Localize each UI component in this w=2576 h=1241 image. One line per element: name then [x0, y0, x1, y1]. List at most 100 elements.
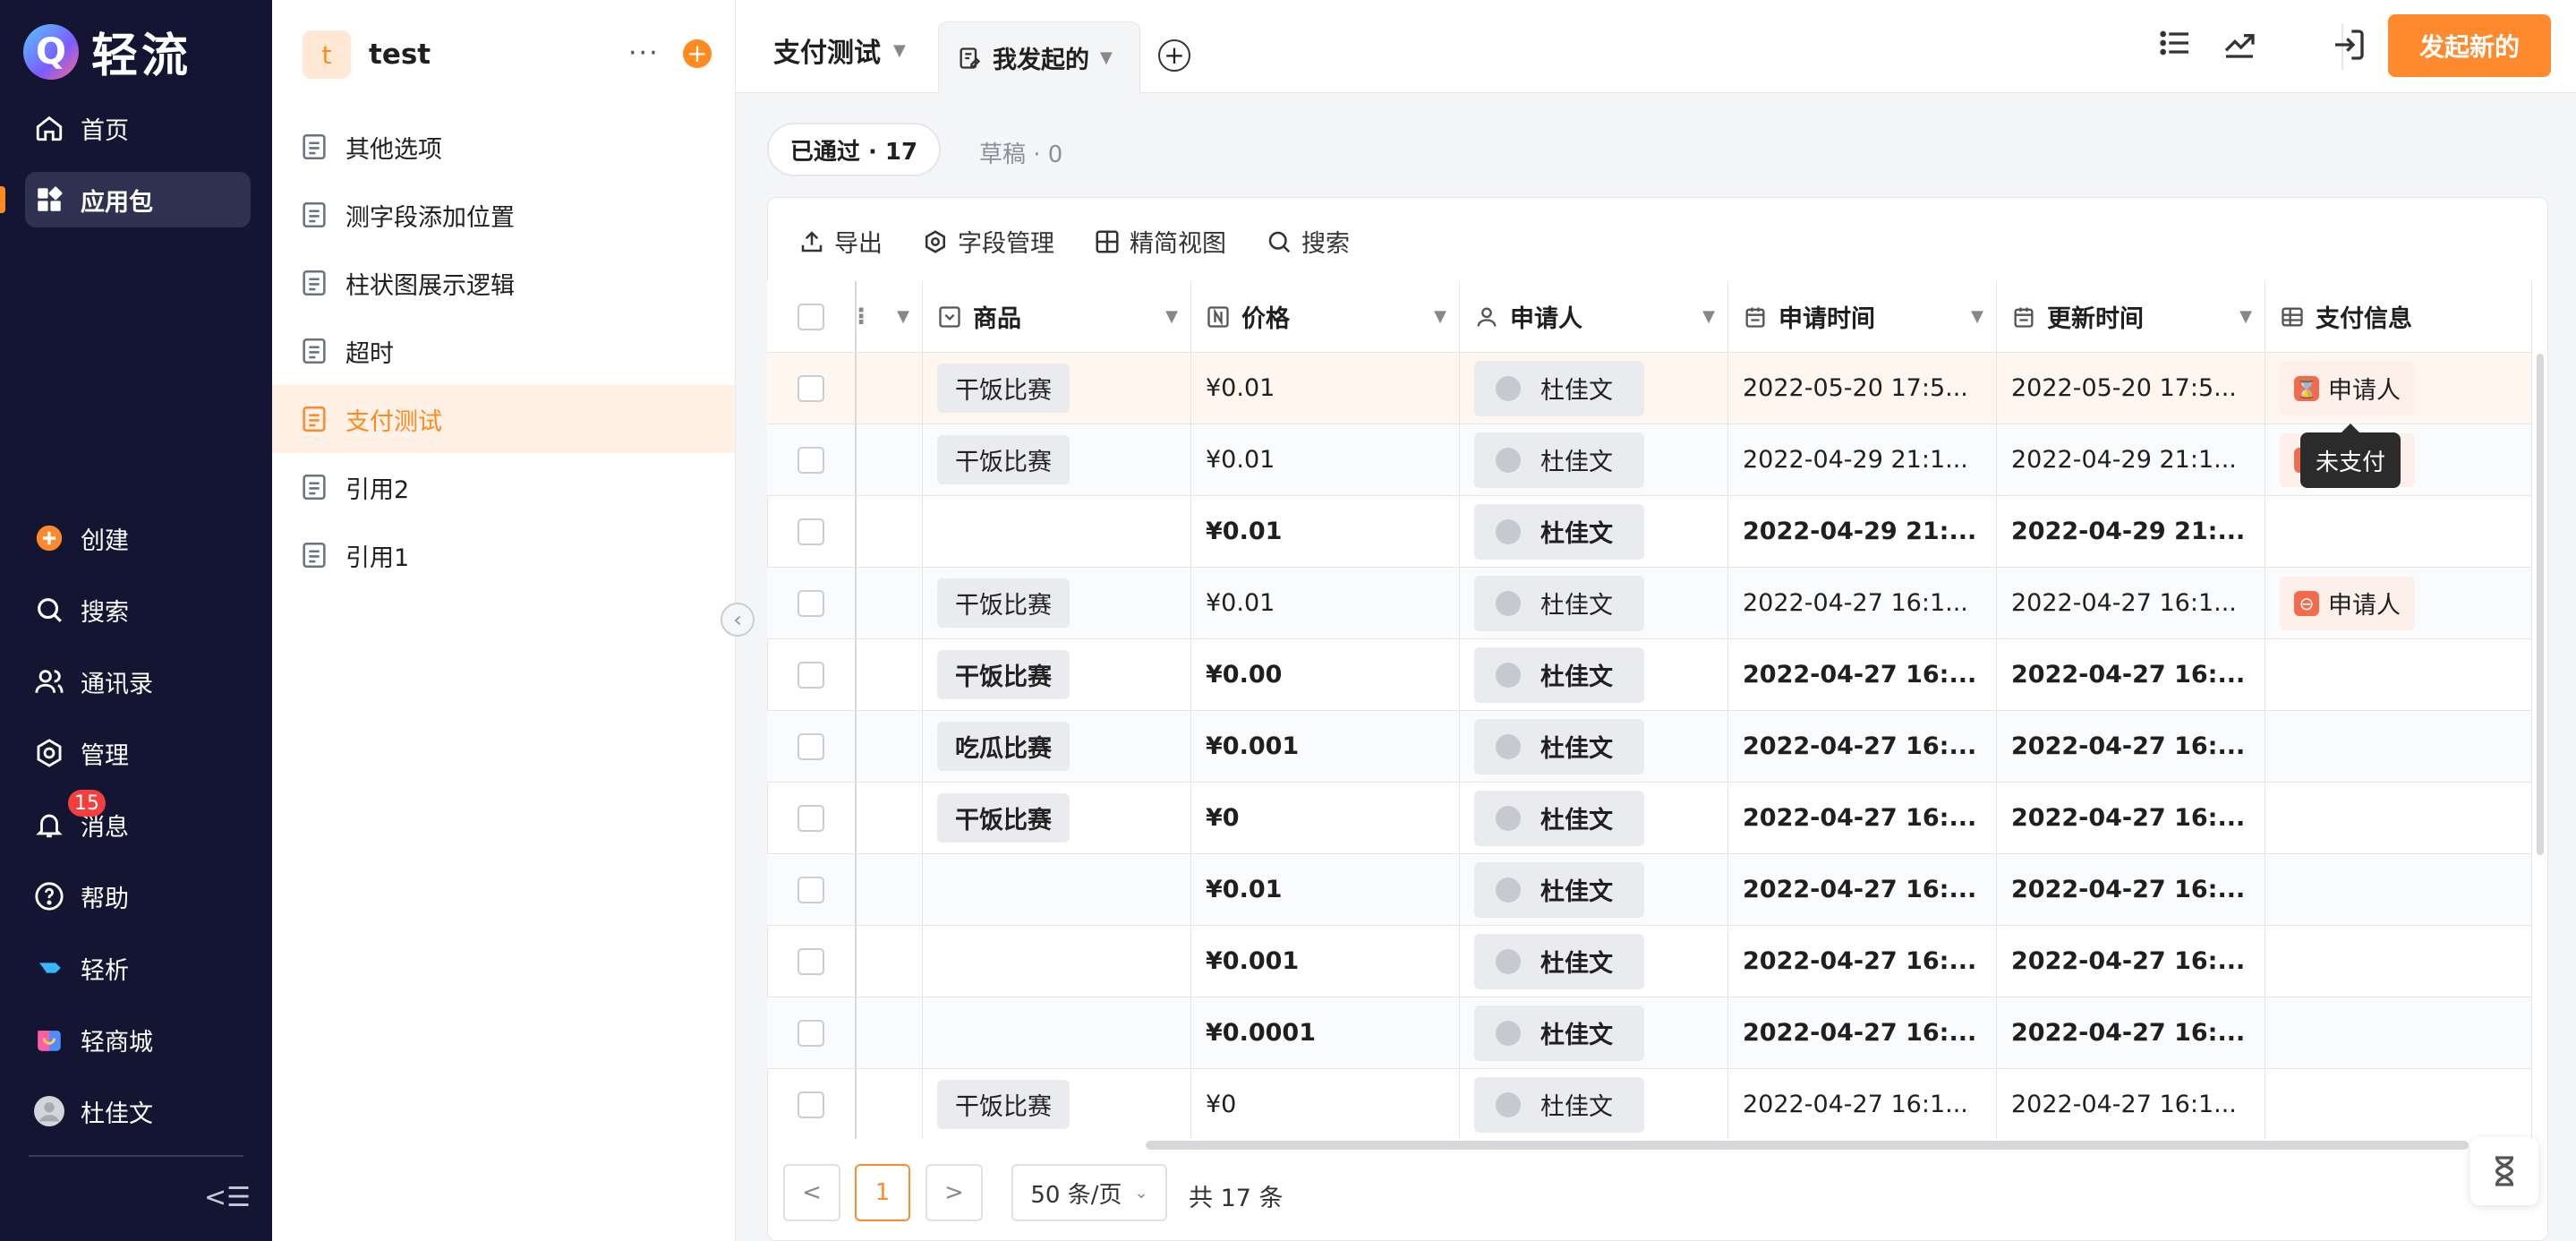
collapse-nav-icon[interactable]: <☰	[204, 1182, 251, 1213]
row-checkbox[interactable]	[798, 947, 824, 975]
price-cell[interactable]: ¥0.001	[1191, 711, 1460, 782]
apply-time-cell[interactable]: 2022-04-27 16:1...	[1728, 568, 1997, 638]
table-row[interactable]: 吃瓜比赛 ¥0.001 杜佳文 2022-04-27 16:... 2022-04-27…	[767, 711, 2532, 783]
update-time-cell[interactable]: 2022-04-27 16:...	[1997, 926, 2265, 997]
payment-cell[interactable]: ⌛ 申请人	[2265, 353, 2532, 424]
apply-time-cell[interactable]: 2022-04-29 21:...	[1728, 496, 1997, 567]
applicant-cell[interactable]: 杜佳文	[1460, 424, 1728, 495]
payment-cell[interactable]	[2265, 854, 2532, 925]
price-cell[interactable]: ¥0.01	[1191, 854, 1460, 925]
nav-item-search[interactable]: 搜索	[25, 582, 251, 638]
column-header-applicant[interactable]: 申请人 ▼	[1460, 281, 1728, 352]
product-cell[interactable]: 干饭比赛	[923, 424, 1191, 495]
payment-cell[interactable]	[2265, 711, 2532, 782]
table-row[interactable]: ¥0.0001 杜佳文 2022-04-27 16:... 2022-04-27 16…	[767, 997, 2532, 1069]
sidebar-form-item[interactable]: 其他选项	[272, 113, 735, 181]
row-checkbox[interactable]	[798, 661, 824, 689]
sidebar-form-item[interactable]: 测字段添加位置	[272, 181, 735, 249]
price-cell[interactable]: ¥0.01	[1191, 424, 1460, 495]
nav-item-messages[interactable]: 消息	[25, 797, 251, 852]
column-header-price[interactable]: 价格 ▼	[1191, 281, 1460, 352]
price-cell[interactable]: ¥0	[1191, 783, 1460, 853]
update-time-cell[interactable]: 2022-04-27 16:...	[1997, 997, 2265, 1068]
column-header-product[interactable]: 商品 ▼	[923, 281, 1191, 352]
product-cell[interactable]: 干饭比赛	[923, 1069, 1191, 1139]
product-cell[interactable]: 干饭比赛	[923, 568, 1191, 638]
list-icon[interactable]	[2157, 25, 2193, 61]
new-submission-button[interactable]: 发起新的	[2388, 14, 2551, 77]
payment-cell[interactable]	[2265, 926, 2532, 997]
select-all-checkbox[interactable]	[798, 303, 824, 330]
filter-approved-tab[interactable]: 已通过 · 17	[767, 123, 941, 176]
applicant-cell[interactable]: 杜佳文	[1460, 1069, 1728, 1139]
table-row[interactable]: 干饭比赛 ¥0.01 杜佳文 2022-05-20 17:5... 2022-05-20…	[767, 353, 2532, 424]
collapse-sidebar-button[interactable]: ‹	[721, 603, 755, 637]
payment-cell[interactable]	[2265, 783, 2532, 853]
payment-cell[interactable]	[2265, 997, 2532, 1068]
nav-item-apps[interactable]: 应用包	[25, 172, 251, 227]
update-time-cell[interactable]: 2022-04-29 21:...	[1997, 496, 2265, 567]
nav-item-home[interactable]: 首页	[25, 100, 251, 156]
applicant-cell[interactable]: 杜佳文	[1460, 639, 1728, 710]
payment-chip[interactable]: ⌛ 申请人	[2280, 361, 2415, 415]
price-cell[interactable]: ¥0.01	[1191, 353, 1460, 424]
apply-time-cell[interactable]: 2022-04-27 16:...	[1728, 854, 1997, 925]
add-form-button[interactable]: +	[683, 39, 712, 68]
nav-item-help[interactable]: 帮助	[25, 869, 251, 924]
nav-item-qingxi[interactable]: 轻析	[25, 940, 251, 996]
nav-item-contacts[interactable]: 通讯录	[25, 654, 251, 709]
exit-icon[interactable]	[2331, 27, 2367, 63]
apply-time-cell[interactable]: 2022-04-27 16:...	[1728, 639, 1997, 710]
price-cell[interactable]: ¥0.01	[1191, 568, 1460, 638]
price-cell[interactable]: ¥0.0001	[1191, 997, 1460, 1068]
applicant-cell[interactable]: 杜佳文	[1460, 783, 1728, 853]
table-search-button[interactable]: 搜索	[1266, 224, 1350, 259]
row-checkbox[interactable]	[798, 876, 824, 903]
sidebar-form-item[interactable]: 引用2	[272, 453, 735, 521]
update-time-cell[interactable]: 2022-05-20 17:5...	[1997, 353, 2265, 424]
applicant-cell[interactable]: 杜佳文	[1460, 926, 1728, 997]
column-header-apply-time[interactable]: 申请时间 ▼	[1728, 281, 1997, 352]
applicant-cell[interactable]: 杜佳文	[1460, 568, 1728, 638]
tab-my-submissions[interactable]: 我发起的 ▼	[938, 21, 1140, 93]
next-page-button[interactable]: >	[925, 1164, 983, 1221]
nav-item-manage[interactable]: 管理	[25, 725, 251, 781]
update-time-cell[interactable]: 2022-04-27 16:1...	[1997, 568, 2265, 638]
vertical-scrollbar[interactable]	[2537, 354, 2544, 855]
payment-chip[interactable]: ⊖ 申请人	[2280, 576, 2415, 630]
nav-item-profile[interactable]: 杜佳文	[25, 1083, 251, 1139]
row-checkbox[interactable]	[798, 732, 824, 760]
prev-page-button[interactable]: <	[783, 1164, 840, 1221]
product-cell[interactable]	[923, 496, 1191, 567]
row-checkbox[interactable]	[798, 518, 824, 545]
table-row[interactable]: 干饭比赛 ¥0 杜佳文 2022-04-27 16:... 2022-04-27 16:…	[767, 783, 2532, 854]
payment-cell[interactable]	[2265, 639, 2532, 710]
apply-time-cell[interactable]: 2022-05-20 17:5...	[1728, 353, 1997, 424]
apply-time-cell[interactable]: 2022-04-27 16:...	[1728, 711, 1997, 782]
update-time-cell[interactable]: 2022-04-27 16:...	[1997, 854, 2265, 925]
compact-view-button[interactable]: 精简视图	[1094, 224, 1226, 259]
product-cell[interactable]: 吃瓜比赛	[923, 711, 1191, 782]
more-options-icon[interactable]: ···	[628, 38, 660, 69]
column-header-payment[interactable]: 支付信息	[2265, 281, 2532, 352]
table-row[interactable]: 干饭比赛 ¥0.01 杜佳文 2022-04-27 16:1... 2022-04-27…	[767, 568, 2532, 639]
update-time-cell[interactable]: 2022-04-27 16:...	[1997, 639, 2265, 710]
table-row[interactable]: 干饭比赛 ¥0.00 杜佳文 2022-04-27 16:... 2022-04-27 …	[767, 639, 2532, 711]
app-header[interactable]: t test	[303, 30, 431, 79]
update-time-cell[interactable]: 2022-04-27 16:1...	[1997, 1069, 2265, 1139]
applicant-cell[interactable]: 杜佳文	[1460, 711, 1728, 782]
field-manage-button[interactable]: 字段管理	[922, 224, 1054, 259]
row-checkbox[interactable]	[798, 804, 824, 832]
product-cell[interactable]: 干饭比赛	[923, 639, 1191, 710]
sidebar-form-item[interactable]: 超时	[272, 317, 735, 385]
apply-time-cell[interactable]: 2022-04-27 16:...	[1728, 997, 1997, 1068]
apply-time-cell[interactable]: 2022-04-29 21:1...	[1728, 424, 1997, 495]
product-cell[interactable]	[923, 997, 1191, 1068]
column-header-update-time[interactable]: 更新时间 ▼	[1997, 281, 2265, 352]
page-size-select[interactable]: 50 条/页 ⌄	[1011, 1164, 1167, 1221]
filter-draft-tab[interactable]: 草稿 · 0	[979, 136, 1062, 169]
price-cell[interactable]: ¥0.001	[1191, 926, 1460, 997]
horizontal-scrollbar[interactable]	[1146, 1141, 2469, 1150]
nav-item-create[interactable]: 创建	[25, 510, 251, 566]
trend-chart-icon[interactable]	[2222, 25, 2257, 61]
